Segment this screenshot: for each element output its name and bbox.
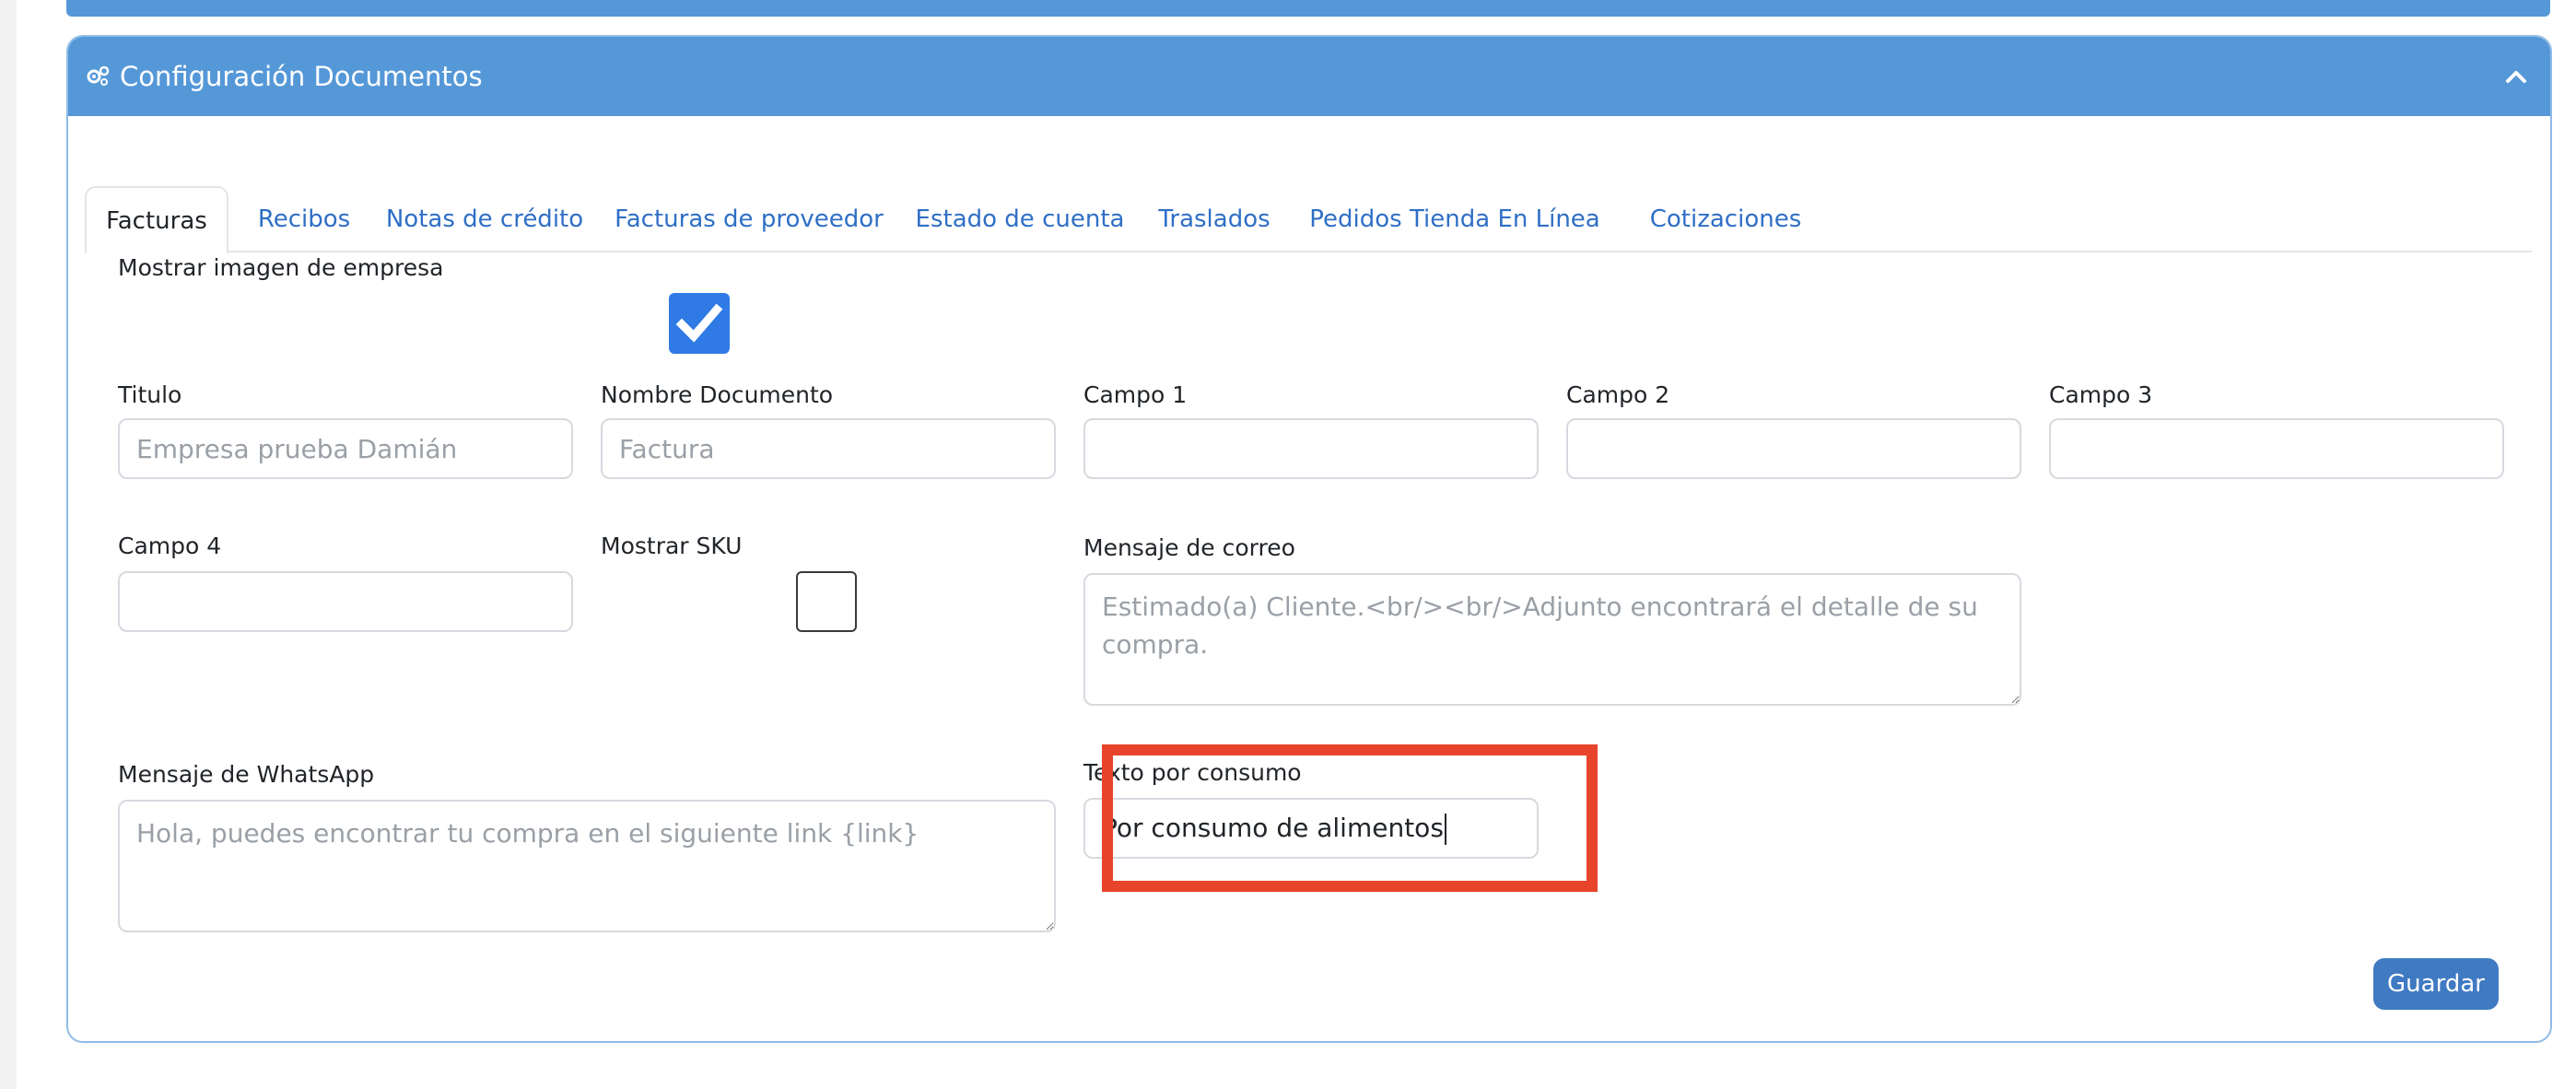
campo2-label: Campo 2 (1566, 381, 1670, 408)
show-logo-checkbox[interactable] (669, 293, 730, 354)
card-title: Configuración Documentos (120, 61, 483, 92)
nombre-documento-input[interactable] (601, 418, 1056, 479)
campo3-label: Campo 3 (2049, 381, 2153, 408)
card-header[interactable]: Configuración Documentos (68, 37, 2550, 116)
mensaje-correo-label: Mensaje de correo (1083, 534, 1295, 561)
campo2-input[interactable] (1566, 418, 2021, 479)
nombre-documento-label: Nombre Documento (601, 381, 834, 408)
chevron-up-icon[interactable] (2502, 63, 2530, 90)
tab-traslados[interactable]: Traslados (1150, 186, 1279, 252)
campo3-input[interactable] (2049, 418, 2504, 479)
titulo-label: Titulo (118, 381, 182, 408)
mensaje-whatsapp-textarea[interactable] (118, 800, 1056, 932)
tab-pedidos-tienda-en-linea[interactable]: Pedidos Tienda En Línea (1299, 186, 1610, 252)
mensaje-correo-textarea[interactable] (1083, 573, 2021, 706)
campo1-input[interactable] (1083, 418, 1539, 479)
tab-estado-de-cuenta[interactable]: Estado de cuenta (910, 186, 1130, 252)
highlight-box (1102, 744, 1598, 892)
campo4-input[interactable] (118, 571, 573, 632)
mensaje-whatsapp-label: Mensaje de WhatsApp (118, 761, 375, 788)
campo1-label: Campo 1 (1083, 381, 1188, 408)
show-logo-label: Mostrar imagen de empresa (118, 254, 444, 281)
document-settings-card: Configuración Documentos Facturas Recibo… (66, 35, 2552, 1043)
show-sku-label: Mostrar SKU (601, 533, 743, 559)
show-sku-checkbox[interactable] (796, 571, 857, 632)
save-button[interactable]: Guardar (2373, 958, 2499, 1010)
titulo-input[interactable] (118, 418, 573, 479)
tab-recibos[interactable]: Recibos (247, 186, 361, 252)
tab-cotizaciones[interactable]: Cotizaciones (1629, 186, 1822, 252)
previous-card-edge (66, 0, 2550, 17)
page-background: Configuración Documentos Facturas Recibo… (17, 0, 2576, 1089)
tab-notas-de-credito[interactable]: Notas de crédito (381, 186, 588, 252)
checkmark-icon (675, 303, 723, 343)
tab-facturas-de-proveedor[interactable]: Facturas de proveedor (608, 186, 890, 252)
campo4-label: Campo 4 (118, 533, 222, 559)
tab-facturas[interactable]: Facturas (85, 186, 228, 254)
gears-icon (87, 65, 110, 86)
document-tabs: Facturas Recibos Notas de crédito Factur… (85, 151, 2532, 254)
